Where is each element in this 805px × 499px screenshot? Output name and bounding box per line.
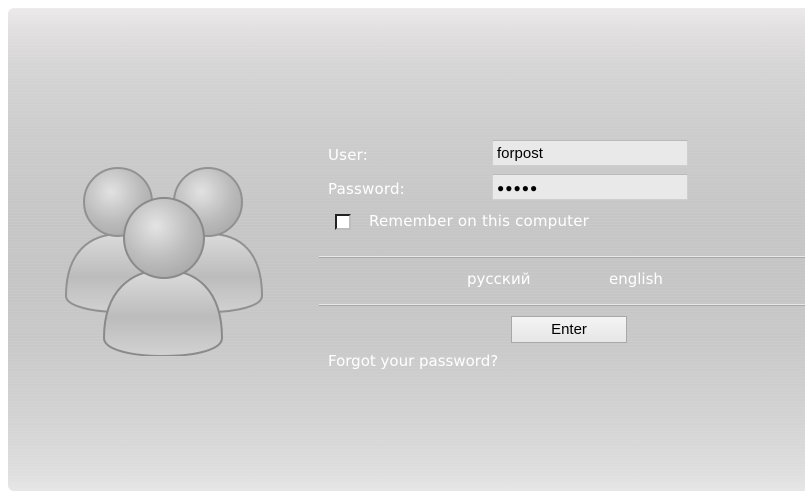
user-input[interactable]: forpost	[492, 140, 688, 166]
enter-button[interactable]: Enter	[511, 316, 627, 343]
remember-label: Remember on this computer	[369, 212, 590, 230]
divider-top	[319, 256, 805, 258]
users-group-icon	[64, 167, 264, 356]
user-label: User:	[328, 146, 368, 164]
language-english-link[interactable]: english	[609, 270, 663, 288]
forgot-password-link[interactable]: Forgot your password?	[328, 352, 498, 370]
language-russian-link[interactable]: русский	[467, 270, 530, 288]
divider-bottom	[319, 304, 805, 306]
password-input[interactable]: ●●●●●	[492, 174, 688, 200]
login-panel	[8, 8, 805, 491]
password-label: Password:	[328, 180, 405, 198]
remember-checkbox[interactable]	[335, 214, 351, 230]
